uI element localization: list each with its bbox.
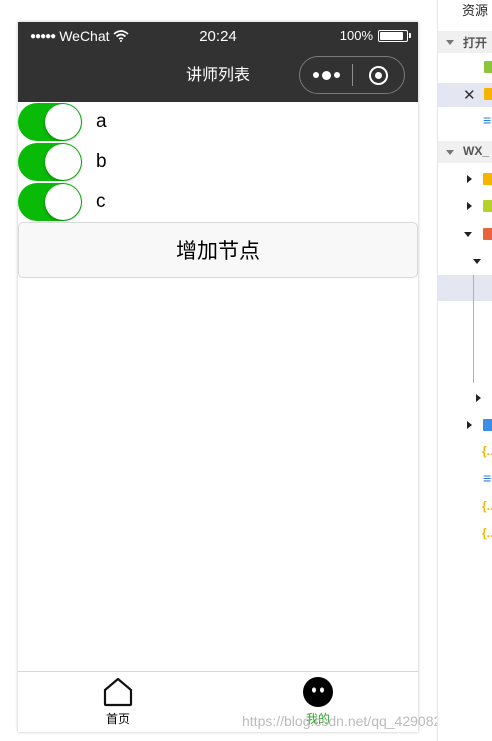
- caret-down-icon: [473, 259, 481, 264]
- caret-down-icon: [446, 150, 454, 155]
- folder-icon: [483, 173, 492, 185]
- switch-row: b: [18, 142, 418, 182]
- open-section-header[interactable]: 打开: [438, 31, 492, 53]
- json-file-icon: {..: [482, 444, 492, 458]
- folder-icon: [483, 419, 492, 431]
- close-file-icon[interactable]: ✕: [463, 86, 476, 104]
- open-file-item[interactable]: ≡: [438, 111, 492, 133]
- switch-knob: [45, 184, 81, 220]
- tree-folder-open[interactable]: [438, 250, 492, 272]
- caret-down-icon: [464, 232, 472, 237]
- tree-guide-line: [473, 275, 474, 383]
- tree-file[interactable]: {..: [438, 497, 492, 519]
- open-file-item[interactable]: [438, 57, 492, 79]
- watermark: https://blog.csdn.net/qq_42908259: [242, 713, 457, 729]
- panel-header: 资源: [462, 3, 489, 18]
- page-content: a b c 增加节点: [18, 102, 418, 278]
- caret-right-icon: [467, 421, 472, 429]
- folder-icon: [483, 200, 492, 212]
- close-button[interactable]: [353, 57, 404, 93]
- mine-icon: [303, 677, 333, 707]
- project-section-header[interactable]: WX_: [438, 141, 492, 163]
- tree-file[interactable]: ≡: [438, 469, 492, 491]
- toggle-switch[interactable]: [18, 103, 82, 141]
- switch-knob: [45, 104, 81, 140]
- switch-row: a: [18, 102, 418, 142]
- tree-folder[interactable]: [438, 168, 492, 190]
- switch-label: a: [96, 111, 107, 132]
- tree-folder[interactable]: [438, 414, 492, 436]
- phone-simulator: ●●●●● WeChat 20:24 100% 讲师列表 a b c 增加节点 …: [18, 22, 418, 732]
- caret-right-icon: [467, 202, 472, 210]
- resource-panel: 资源 打开 ✕ ≡ WX_ {.. ≡: [437, 0, 492, 741]
- section-label: WX_: [463, 144, 490, 158]
- caret-right-icon: [467, 175, 472, 183]
- style-file-icon: ≡: [483, 112, 492, 128]
- tree-folder-open[interactable]: [438, 223, 492, 245]
- tab-home[interactable]: 首页: [18, 672, 218, 732]
- open-file-item-active[interactable]: ✕: [438, 83, 492, 107]
- home-icon: [103, 677, 133, 707]
- tree-folder[interactable]: [438, 387, 492, 409]
- switch-label: b: [96, 151, 107, 172]
- navigation-bar: 讲师列表: [18, 50, 418, 102]
- battery-percent: 100%: [339, 28, 373, 43]
- style-file-icon: ≡: [483, 470, 492, 486]
- file-icon: [484, 61, 492, 73]
- tree-folder[interactable]: [438, 195, 492, 217]
- switch-label: c: [96, 191, 106, 212]
- toggle-switch[interactable]: [18, 143, 82, 181]
- tree-file[interactable]: {..: [438, 442, 492, 464]
- status-bar: ●●●●● WeChat 20:24 100%: [18, 22, 418, 50]
- section-label: 打开: [463, 36, 488, 50]
- toggle-switch[interactable]: [18, 183, 82, 221]
- close-circle-icon: [369, 65, 388, 85]
- tab-label: 首页: [105, 712, 130, 726]
- folder-icon: [483, 228, 492, 240]
- battery-status: 100%: [339, 28, 411, 43]
- json-file-icon: {..: [482, 526, 492, 540]
- tree-file[interactable]: {..: [438, 524, 492, 546]
- caret-right-icon: [476, 394, 481, 402]
- tree-item-selected[interactable]: [438, 275, 492, 301]
- battery-icon: [378, 29, 411, 42]
- file-icon: [484, 88, 492, 100]
- json-file-icon: {..: [482, 499, 492, 513]
- more-button[interactable]: [300, 57, 352, 93]
- capsule-menu: [299, 56, 405, 94]
- add-node-button[interactable]: 增加节点: [18, 222, 418, 278]
- switch-knob: [45, 144, 81, 180]
- caret-down-icon: [446, 40, 454, 45]
- switch-row: c: [18, 182, 418, 222]
